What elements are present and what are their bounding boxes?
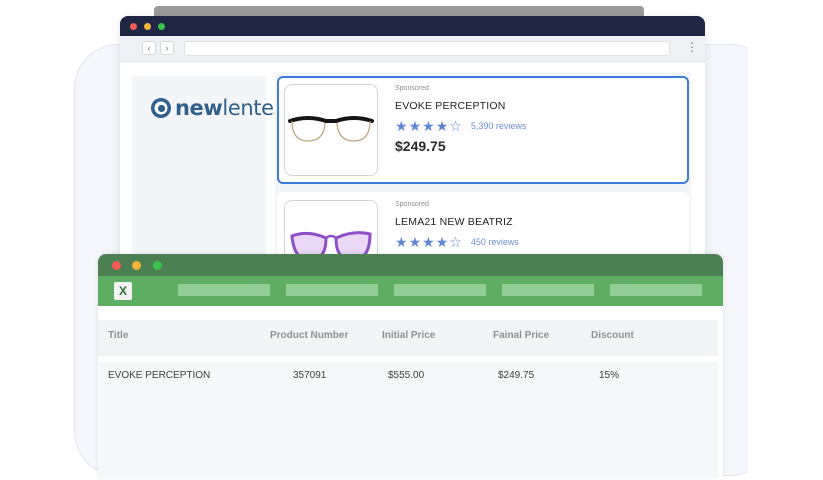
spreadsheet-titlebar: [98, 254, 723, 276]
product-image[interactable]: [284, 84, 378, 176]
review-count[interactable]: 450 reviews: [471, 237, 519, 247]
column-header[interactable]: Product Number: [270, 330, 348, 341]
star-empty-icon: ☆: [449, 118, 462, 134]
close-window-button[interactable]: [130, 23, 137, 30]
minimize-window-button[interactable]: [144, 23, 151, 30]
star-full-icon: ★: [422, 118, 435, 134]
newlentes-logo[interactable]: newlentes: [150, 96, 285, 120]
spreadsheet-window: X Title Product Number Initial Price Fai…: [98, 254, 723, 478]
table-cell[interactable]: 15%: [599, 370, 619, 381]
product-title[interactable]: EVOKE PERCEPTION: [395, 100, 506, 112]
excel-icon: X: [114, 282, 132, 300]
table-cell[interactable]: $249.75: [498, 370, 534, 381]
eye-logo-icon: [150, 97, 172, 119]
browser-window: ‹ › ⋮ newlentes Sponsored EVOKE PERCEPTI…: [120, 16, 705, 266]
browser-toolbar: ‹ › ⋮: [120, 36, 705, 62]
close-window-button[interactable]: [112, 261, 121, 270]
star-full-icon: ★: [408, 234, 422, 250]
background-mask: [748, 0, 823, 480]
web-page: newlentes Sponsored EVOKE PERCEPTION ★ ★…: [120, 62, 705, 266]
sponsored-label: Sponsored: [395, 85, 429, 92]
column-header[interactable]: Title: [108, 330, 128, 341]
review-count[interactable]: 5,390 reviews: [471, 121, 527, 131]
product-price: $249.75: [395, 138, 446, 154]
table-header-row: Title Product Number Initial Price Faina…: [98, 320, 718, 356]
ribbon-tab[interactable]: [286, 284, 378, 296]
back-button[interactable]: ‹: [142, 41, 156, 55]
sponsored-label: Sponsored: [395, 201, 429, 208]
column-header[interactable]: Fainal Price: [493, 330, 549, 341]
ribbon-tab[interactable]: [610, 284, 702, 296]
column-header[interactable]: Initial Price: [382, 330, 435, 341]
product-card[interactable]: Sponsored EVOKE PERCEPTION ★ ★ ★ ★ ☆ 5,3…: [277, 76, 689, 184]
rating-stars: ★ ★ ★ ★ ☆ 5,390 reviews: [395, 119, 526, 133]
spreadsheet-ribbon: X: [98, 276, 723, 306]
maximize-window-button[interactable]: [153, 261, 162, 270]
browser-titlebar: [120, 16, 705, 36]
table-cell[interactable]: 357091: [293, 370, 326, 381]
ribbon-tab[interactable]: [178, 284, 270, 296]
ribbon-tab[interactable]: [502, 284, 594, 296]
star-full-icon: ★: [408, 118, 422, 134]
product-results: Sponsored EVOKE PERCEPTION ★ ★ ★ ★ ☆ 5,3…: [275, 72, 691, 266]
star-full-icon: ★: [395, 118, 408, 134]
star-full-icon: ★: [435, 118, 449, 134]
black-glasses-icon: [288, 116, 374, 142]
minimize-window-button[interactable]: [132, 261, 141, 270]
star-empty-icon: ☆: [449, 234, 462, 250]
spreadsheet-grid: Title Product Number Initial Price Faina…: [98, 306, 723, 478]
product-title[interactable]: LEMA21 NEW BEATRIZ: [395, 216, 513, 228]
rating-stars: ★ ★ ★ ★ ☆ 450 reviews: [395, 235, 519, 249]
column-header[interactable]: Discount: [591, 330, 634, 341]
table-cell[interactable]: $555.00: [388, 370, 424, 381]
table-row: EVOKE PERCEPTION 357091 $555.00 $249.75 …: [98, 362, 718, 478]
logo-text: newlentes: [175, 96, 285, 120]
forward-button[interactable]: ›: [160, 41, 174, 55]
star-full-icon: ★: [422, 234, 435, 250]
ribbon-tab[interactable]: [394, 284, 486, 296]
address-bar[interactable]: [184, 41, 670, 56]
logo-text-new: new: [175, 96, 223, 120]
kebab-menu-icon[interactable]: ⋮: [686, 40, 698, 54]
brand-sidebar: newlentes: [132, 76, 285, 266]
star-full-icon: ★: [395, 234, 408, 250]
star-full-icon: ★: [435, 234, 449, 250]
maximize-window-button[interactable]: [158, 23, 165, 30]
table-cell[interactable]: EVOKE PERCEPTION: [108, 370, 210, 381]
